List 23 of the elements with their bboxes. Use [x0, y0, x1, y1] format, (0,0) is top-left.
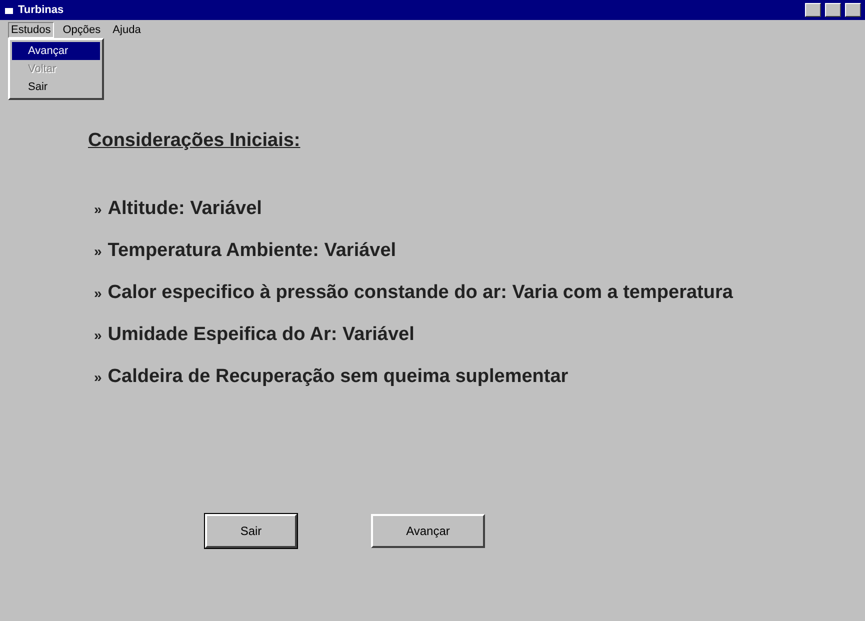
bullet: »: [94, 201, 102, 217]
bullet: »: [94, 327, 102, 343]
bullet: »: [94, 243, 102, 259]
menu-option[interactable]: Avançar: [12, 42, 100, 60]
menu-option[interactable]: Sair: [12, 78, 100, 96]
list-item: Temperatura Ambiente: Variável: [108, 240, 396, 262]
heading: Considerações Iniciais:: [88, 130, 302, 152]
list-item: Umidade Espeifica do Ar: Variável: [108, 324, 414, 346]
bullet: »: [94, 369, 102, 385]
close-button[interactable]: [845, 3, 861, 17]
window-title: Turbinas: [18, 4, 65, 16]
menu-item[interactable]: Estudos: [8, 22, 54, 38]
menu-item[interactable]: Opções: [60, 22, 104, 38]
bullet: »: [94, 285, 102, 301]
list-item: Altitude: Variável: [108, 198, 262, 220]
maximize-button[interactable]: [825, 3, 841, 17]
list-item: Calor especifico à pressão constande do ar: Varia com a temperatura: [108, 282, 733, 304]
list-item: Caldeira de Recuperação sem queima suplementar: [108, 366, 568, 388]
menu-item[interactable]: Ajuda: [110, 22, 144, 38]
app-icon: [4, 5, 14, 15]
button[interactable]: Avançar: [371, 514, 485, 548]
minimize-button[interactable]: [805, 3, 821, 17]
button[interactable]: Sair: [205, 514, 297, 548]
